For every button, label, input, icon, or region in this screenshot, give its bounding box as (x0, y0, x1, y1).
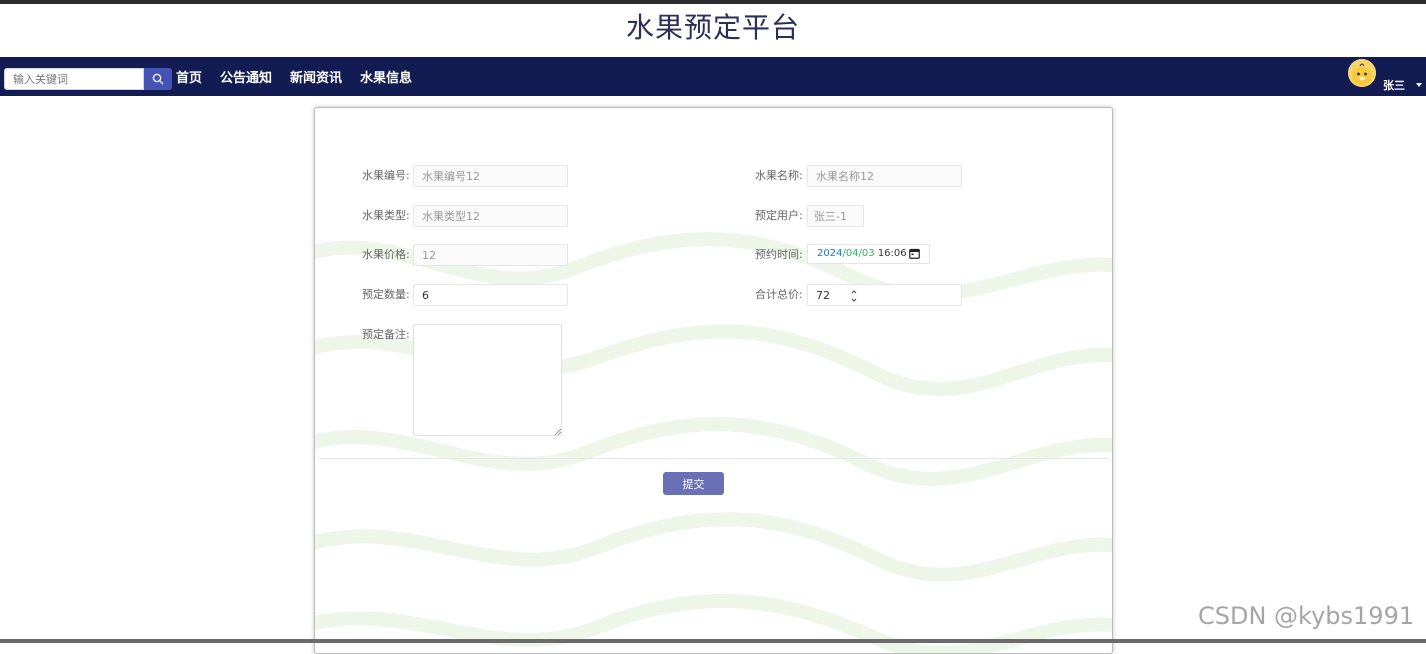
nav-links: 首页 公告通知 新闻资讯 水果信息 (176, 57, 430, 96)
resize-grip-icon[interactable] (555, 429, 561, 435)
nav-notices[interactable]: 公告通知 (220, 67, 272, 86)
label-fruit-code: 水果编号: (362, 169, 410, 182)
window-top-border (0, 0, 1426, 4)
total-price-input[interactable] (807, 284, 962, 306)
avatar-cartoon-icon (1348, 59, 1376, 87)
nav-news[interactable]: 新闻资讯 (290, 67, 342, 86)
search-icon (152, 73, 164, 85)
order-user-input[interactable] (807, 205, 864, 227)
search-button[interactable] (144, 68, 172, 90)
navbar: 首页 公告通知 新闻资讯 水果信息 张三 (0, 57, 1426, 96)
fruit-name-input[interactable] (807, 165, 962, 187)
user-name[interactable]: 张三 (1383, 77, 1405, 93)
remark-textarea[interactable] (413, 324, 562, 436)
label-fruit-type: 水果类型: (362, 209, 410, 222)
fruit-type-input[interactable] (413, 205, 568, 227)
nav-fruit-info[interactable]: 水果信息 (360, 67, 412, 86)
label-order-qty: 预定数量: (362, 288, 410, 301)
label-fruit-name: 水果名称: (755, 169, 803, 182)
label-remark: 预定备注: (362, 328, 410, 341)
order-time-month-day: /04/03 (842, 248, 875, 259)
search-input[interactable] (4, 68, 144, 90)
order-time-year: 2024 (817, 248, 843, 259)
label-order-user: 预定用户: (755, 209, 803, 222)
fruit-code-input[interactable] (413, 165, 568, 187)
order-qty-input[interactable] (413, 284, 568, 306)
nav-home[interactable]: 首页 (176, 67, 202, 86)
submit-button[interactable]: 提交 (663, 472, 724, 495)
fruit-price-input[interactable] (413, 244, 568, 266)
avatar[interactable] (1348, 59, 1376, 87)
site-title: 水果预定平台 (625, 11, 800, 44)
form-divider (319, 458, 1108, 459)
calendar-icon[interactable] (909, 248, 920, 259)
label-order-time: 预约时间: (755, 248, 803, 261)
label-fruit-price: 水果价格: (362, 248, 410, 261)
watermark: CSDN @kybs1991 (1198, 602, 1415, 630)
user-dropdown-caret-icon[interactable] (1416, 83, 1422, 87)
order-time-clock: 16:06 (874, 248, 907, 259)
number-spinner-icon[interactable] (851, 289, 857, 303)
label-total-price: 合计总价: (755, 288, 803, 301)
order-form-card: 水果编号: 水果名称: 水果类型: 预定用户: 水果价格: 预约时间: 2024… (314, 107, 1113, 654)
window-bottom-bar (0, 639, 1426, 643)
order-time-input[interactable]: 2024/04/03 16:06 (807, 244, 930, 264)
